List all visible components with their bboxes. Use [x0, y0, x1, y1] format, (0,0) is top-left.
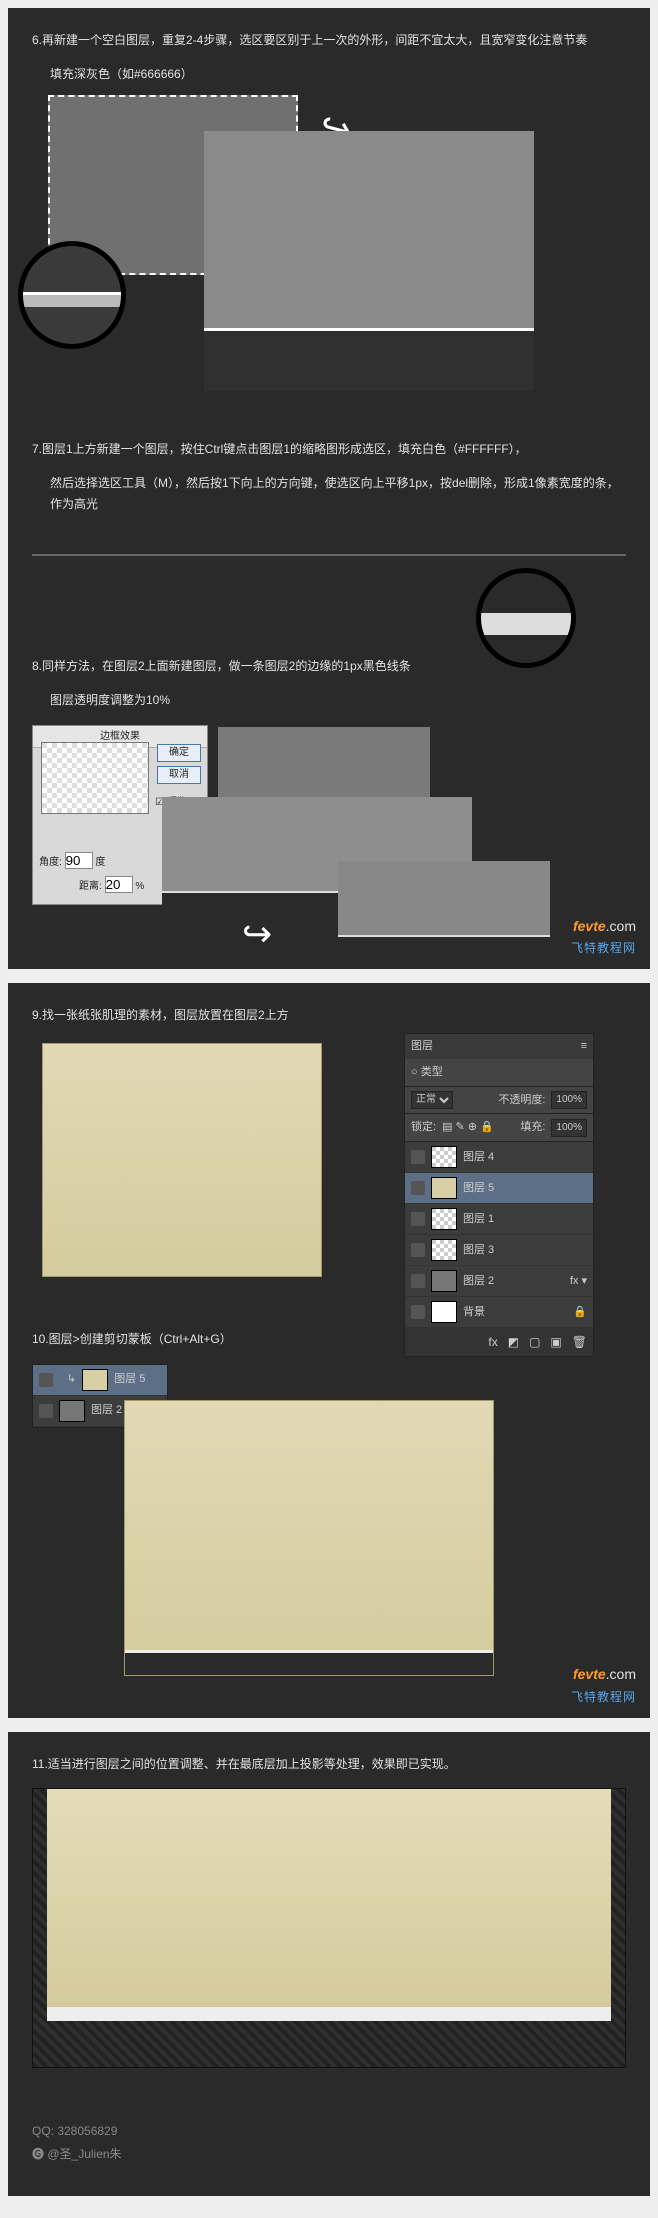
layer-name: 背景	[463, 1303, 485, 1322]
dist-row: 距离: %	[79, 876, 144, 895]
layer-list: 图层 4 图层 5 图层 1 图层 3 图层 2 fx ▾ 背景 🔒	[405, 1142, 593, 1328]
layer-row[interactable]: 图层 4	[405, 1142, 593, 1173]
final-paper	[47, 1789, 611, 2013]
step-6b-text: 填充深灰色（如#666666）	[50, 64, 626, 84]
wm-sub: 飞特教程网	[571, 938, 636, 958]
step6-figure: ↪	[32, 91, 626, 421]
step-9-text: 9.找一张纸张肌理的素材，图层放置在图层2上方	[32, 1005, 626, 1025]
step-8b-text: 图层透明度调整为10%	[50, 690, 626, 710]
visibility-icon[interactable]	[411, 1150, 425, 1164]
grey-layer-preview	[204, 131, 534, 391]
mask-icon[interactable]: ◩	[508, 1332, 519, 1352]
new-layer-icon[interactable]: ▣	[550, 1332, 561, 1352]
lock-label: 锁定:	[411, 1118, 436, 1137]
fx-icon[interactable]: fx	[488, 1332, 497, 1352]
lock-icons[interactable]: ▤ ✎ ⊕ 🔒	[442, 1118, 494, 1137]
visibility-icon[interactable]	[39, 1404, 53, 1418]
layer-name: 图层 3	[463, 1241, 494, 1260]
layers-footer: fx ◩ ▢ ▣ 🗑	[405, 1328, 593, 1356]
cancel-button[interactable]: 取消	[157, 766, 201, 784]
layer-name: 图层 2	[91, 1401, 122, 1420]
wm-sub: 飞特教程网	[571, 1687, 636, 1707]
folder-icon[interactable]: ▢	[529, 1332, 540, 1352]
step8-figure: 边框效果 确定 取消 ☑ 预览 角度: 度 距离: % ↪	[32, 725, 626, 945]
panel-menu-icon[interactable]: ≡	[581, 1037, 587, 1056]
weibo-icon: 🅖	[32, 2147, 47, 2161]
step-11-text: 11.适当进行图层之间的位置调整、并在最底层加上投影等处理，效果即已实现。	[32, 1754, 626, 1774]
layer-row[interactable]: 图层 1	[405, 1204, 593, 1235]
magnifier-icon	[18, 241, 126, 349]
opacity-label: 不透明度:	[498, 1091, 545, 1110]
angle-input[interactable]	[65, 852, 93, 869]
angle-row: 角度: 度	[39, 852, 105, 871]
paper-texture	[42, 1043, 322, 1277]
angle-label: 角度:	[39, 857, 62, 868]
visibility-icon[interactable]	[39, 1373, 53, 1387]
dist-label: 距离:	[79, 881, 102, 892]
credit-weibo: @圣_Julien朱	[47, 2147, 121, 2161]
ok-button[interactable]: 确定	[157, 744, 201, 762]
wm-brand: fevte	[573, 1666, 606, 1682]
fill-label: 填充:	[520, 1118, 545, 1137]
deg-label: 度	[95, 857, 105, 868]
panel-3: 11.适当进行图层之间的位置调整、并在最底层加上投影等处理，效果即已实现。 QQ…	[8, 1732, 650, 2196]
credits: QQ: 328056829 🅖 @圣_Julien朱	[32, 2120, 626, 2166]
wm-dom: .com	[606, 1666, 636, 1682]
layers-panel: 图层 ≡ ○ 类型 正常 不透明度: 100% 锁定: ▤ ✎ ⊕ 🔒 填充: 1…	[404, 1033, 594, 1357]
visibility-icon[interactable]	[411, 1305, 425, 1319]
layer-row[interactable]: 图层 2 fx ▾	[405, 1266, 593, 1297]
lock-icon: 🔒	[573, 1303, 587, 1322]
visibility-icon[interactable]	[411, 1181, 425, 1195]
fill-value[interactable]: 100%	[551, 1119, 587, 1137]
final-result	[32, 1788, 626, 2068]
blend-mode-select[interactable]: 正常	[411, 1091, 453, 1109]
dist-input[interactable]	[105, 876, 133, 893]
visibility-icon[interactable]	[411, 1243, 425, 1257]
magnifier-icon	[476, 568, 576, 668]
layer-name: 图层 5	[463, 1179, 494, 1198]
panel-1: 6.再新建一个空白图层，重复2-4步骤，选区要区别于上一次的外形，间距不宜太大，…	[8, 8, 650, 969]
watermark: fevte.com 飞特教程网	[571, 915, 636, 959]
layer-name: 图层 2	[463, 1272, 494, 1291]
layer-name: 图层 1	[463, 1210, 494, 1229]
filter-type[interactable]: ○ 类型	[411, 1063, 443, 1082]
clipped-paper	[124, 1400, 494, 1676]
visibility-icon[interactable]	[411, 1212, 425, 1226]
step-6-text: 6.再新建一个空白图层，重复2-4步骤，选区要区别于上一次的外形，间距不宜太大，…	[32, 30, 626, 50]
perc-label: %	[135, 881, 144, 892]
trash-icon[interactable]: 🗑	[572, 1332, 587, 1352]
arrow-icon: ↪	[242, 903, 272, 964]
wm-brand: fevte	[573, 918, 606, 934]
layer-name: 图层 5	[114, 1370, 145, 1389]
fx-icon[interactable]: fx ▾	[570, 1272, 587, 1291]
watermark: fevte.com 飞特教程网	[571, 1663, 636, 1707]
panel-title: 图层	[411, 1037, 433, 1056]
highlight-line	[32, 554, 626, 556]
layer-row[interactable]: ↳图层 5	[33, 1365, 167, 1396]
credit-qq: QQ: 328056829	[32, 2120, 626, 2143]
layer-name: 图层 4	[463, 1148, 494, 1167]
step-7b-text: 然后选择选区工具（M），然后按1下向上的方向键，使选区向上平移1px，按del删…	[50, 473, 626, 514]
opacity-value[interactable]: 100%	[551, 1091, 587, 1109]
wm-dom: .com	[606, 918, 636, 934]
visibility-icon[interactable]	[411, 1274, 425, 1288]
layer-row[interactable]: 背景 🔒	[405, 1297, 593, 1328]
step-7-text: 7.图层1上方新建一个图层，按住Ctrl键点击图层1的缩略图形成选区，填充白色（…	[32, 439, 626, 459]
layer-row[interactable]: 图层 5	[405, 1173, 593, 1204]
panel-2: 9.找一张纸张肌理的素材，图层放置在图层2上方 图层 ≡ ○ 类型 正常 不透明度…	[8, 983, 650, 1718]
preview-c	[338, 861, 550, 951]
step7-figure	[32, 528, 626, 648]
dialog-preview-thumb	[41, 742, 149, 814]
layer-row[interactable]: 图层 3	[405, 1235, 593, 1266]
